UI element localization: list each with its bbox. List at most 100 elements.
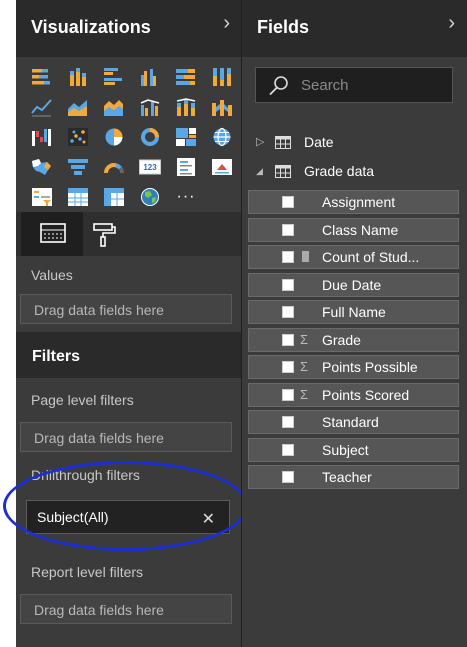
fields-well-icon[interactable] bbox=[40, 222, 66, 246]
field-checkbox[interactable] bbox=[282, 388, 294, 401]
table-node-grade-data[interactable]: ◢ Grade data bbox=[242, 160, 467, 184]
report-level-filters-label: Report level filters bbox=[31, 564, 144, 580]
slicer-icon[interactable] bbox=[24, 182, 60, 212]
field-checkbox[interactable] bbox=[282, 251, 294, 263]
clustered-column-chart-icon[interactable] bbox=[132, 62, 168, 92]
stacked-bar-chart-icon[interactable] bbox=[24, 62, 60, 92]
visualizations-header: Visualizations › bbox=[16, 0, 242, 57]
field-standard[interactable]: Standard bbox=[248, 410, 459, 434]
more-visuals-icon[interactable]: ··· bbox=[168, 182, 204, 212]
sigma-icon: Σ bbox=[300, 386, 309, 402]
table-name: Grade data bbox=[304, 163, 375, 179]
field-list: Assignment Class Name Count of Stud... D… bbox=[248, 190, 459, 493]
field-name: Subject bbox=[322, 441, 369, 458]
field-name: Class Name bbox=[322, 221, 399, 238]
line-stacked-column-chart-icon[interactable] bbox=[168, 92, 204, 122]
100-stacked-column-chart-icon[interactable] bbox=[204, 62, 240, 92]
sigma-icon: Σ bbox=[300, 331, 309, 347]
more-visuals-label: ··· bbox=[176, 188, 196, 205]
area-chart-icon[interactable] bbox=[60, 92, 96, 122]
filters-header: Filters bbox=[16, 332, 242, 378]
expand-arrow-icon[interactable]: ▷ bbox=[256, 135, 264, 148]
field-name: Standard bbox=[322, 414, 379, 430]
calculator-icon bbox=[302, 251, 309, 262]
page-level-filters-drop-zone[interactable]: Drag data fields here bbox=[20, 422, 232, 452]
field-teacher[interactable]: Teacher bbox=[248, 465, 459, 489]
matrix-visual-icon[interactable] bbox=[96, 182, 132, 212]
table-visual-icon[interactable] bbox=[60, 182, 96, 212]
field-checkbox[interactable] bbox=[282, 416, 294, 428]
visual-pane-tabs bbox=[16, 212, 242, 256]
search-icon bbox=[268, 75, 290, 102]
ribbon-chart-icon[interactable] bbox=[204, 92, 240, 122]
visual-gallery: 123 ··· bbox=[24, 62, 244, 212]
left-margin bbox=[0, 0, 16, 647]
values-drop-zone[interactable]: Drag data fields here bbox=[20, 294, 232, 324]
filters-title: Filters bbox=[32, 348, 81, 365]
filled-map-icon[interactable] bbox=[24, 152, 60, 182]
stacked-area-chart-icon[interactable] bbox=[96, 92, 132, 122]
line-clustered-column-chart-icon[interactable] bbox=[132, 92, 168, 122]
field-checkbox[interactable] bbox=[282, 196, 294, 208]
field-grade[interactable]: Σ Grade bbox=[248, 327, 459, 352]
search-placeholder: Search bbox=[301, 77, 349, 94]
table-node-date[interactable]: ▷ Date bbox=[242, 131, 467, 155]
field-checkbox[interactable] bbox=[282, 333, 294, 346]
field-count-of-students[interactable]: Count of Stud... bbox=[248, 245, 459, 269]
chevron-right-icon[interactable]: › bbox=[223, 12, 230, 35]
field-assignment[interactable]: Assignment bbox=[248, 190, 459, 214]
field-name: Grade bbox=[322, 331, 361, 348]
field-checkbox[interactable] bbox=[282, 223, 294, 236]
field-points-scored[interactable]: Σ Points Scored bbox=[248, 382, 459, 407]
treemap-icon[interactable] bbox=[168, 122, 204, 152]
stacked-column-chart-icon[interactable] bbox=[60, 62, 96, 92]
table-icon bbox=[275, 136, 291, 154]
donut-chart-icon[interactable] bbox=[132, 122, 168, 152]
scatter-chart-icon[interactable] bbox=[60, 122, 96, 152]
field-name: Assignment bbox=[322, 194, 396, 210]
search-input[interactable]: Search bbox=[255, 67, 453, 103]
chevron-right-icon[interactable]: › bbox=[448, 12, 455, 35]
map-globe-icon[interactable] bbox=[204, 122, 240, 152]
page-level-filters-label: Page level filters bbox=[31, 392, 134, 408]
table-name: Date bbox=[304, 134, 334, 150]
svg-text:123: 123 bbox=[143, 163, 157, 172]
paint-roller-icon[interactable] bbox=[92, 222, 116, 248]
pie-chart-icon[interactable] bbox=[96, 122, 132, 152]
field-checkbox[interactable] bbox=[282, 278, 294, 291]
line-chart-icon[interactable] bbox=[24, 92, 60, 122]
field-checkbox[interactable] bbox=[282, 306, 294, 318]
field-full-name[interactable]: Full Name bbox=[248, 300, 459, 324]
card-icon[interactable]: 123 bbox=[132, 152, 168, 182]
arcgis-globe-icon[interactable] bbox=[132, 182, 168, 212]
field-subject[interactable]: Subject bbox=[248, 437, 459, 462]
field-class-name[interactable]: Class Name bbox=[248, 217, 459, 242]
report-level-filters-drop-zone[interactable]: Drag data fields here bbox=[20, 594, 232, 624]
field-due-date[interactable]: Due Date bbox=[248, 272, 459, 297]
annotation-circle bbox=[3, 461, 248, 551]
gauge-chart-icon[interactable] bbox=[96, 152, 132, 182]
fields-title: Fields bbox=[257, 17, 310, 37]
field-name: Teacher bbox=[322, 469, 372, 485]
fields-header: Fields › bbox=[242, 0, 467, 57]
fields-pane: Fields › Search ▷ Date ◢ Grade data Assi… bbox=[242, 0, 467, 647]
field-name: Count of Stud... bbox=[322, 249, 420, 265]
field-points-possible[interactable]: Σ Points Possible bbox=[248, 355, 459, 379]
visualizations-title: Visualizations bbox=[31, 17, 151, 37]
field-checkbox[interactable] bbox=[282, 471, 294, 483]
multi-row-card-icon[interactable] bbox=[168, 152, 204, 182]
field-name: Due Date bbox=[322, 276, 382, 293]
field-checkbox[interactable] bbox=[282, 443, 294, 456]
values-label: Values bbox=[31, 267, 73, 283]
kpi-icon[interactable] bbox=[204, 152, 240, 182]
100-stacked-bar-chart-icon[interactable] bbox=[168, 62, 204, 92]
clustered-bar-chart-icon[interactable] bbox=[96, 62, 132, 92]
funnel-chart-icon[interactable] bbox=[60, 152, 96, 182]
field-name: Points Possible bbox=[322, 359, 418, 375]
collapse-arrow-icon[interactable]: ◢ bbox=[256, 166, 263, 177]
sigma-icon: Σ bbox=[300, 359, 309, 374]
field-name: Full Name bbox=[322, 304, 386, 320]
waterfall-chart-icon[interactable] bbox=[24, 122, 60, 152]
field-checkbox[interactable] bbox=[282, 361, 294, 373]
table-icon bbox=[275, 165, 291, 183]
